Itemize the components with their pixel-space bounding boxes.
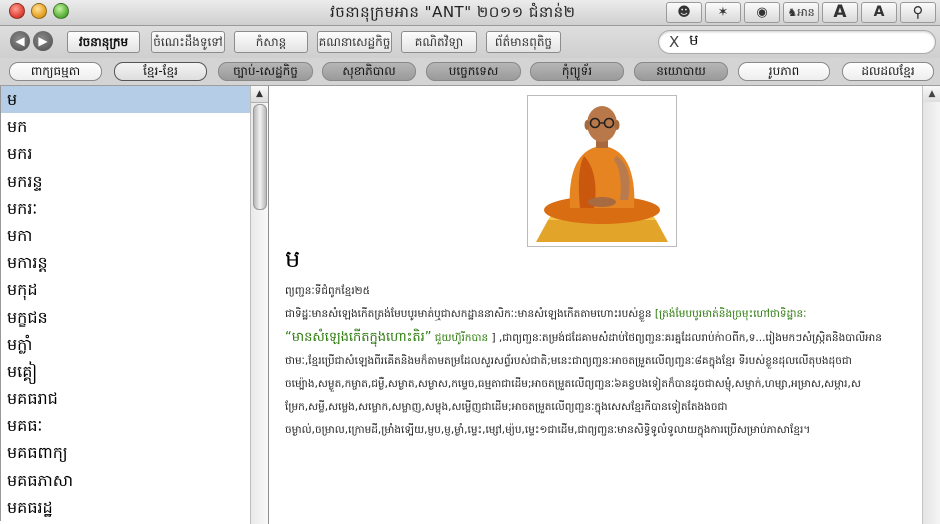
- list-item[interactable]: ម: [0, 86, 250, 114]
- tab-general-knowledge[interactable]: ចំណេះដឹងទូទៅ: [151, 31, 225, 53]
- scrollbar-thumb[interactable]: [253, 104, 267, 210]
- app-window: វចនានុក្រមអាន "ANT" ២០១១ ជំនាន់២ ☻ ✶ ◉ ♞…: [0, 0, 940, 524]
- close-window-button[interactable]: [9, 3, 25, 19]
- scroll-up-arrow-icon[interactable]: ▲: [923, 86, 940, 102]
- monk-photo: [527, 95, 677, 247]
- definition-rest: ] ,ជាព្យញ្ជនៈតម្រង់ជដែគាមសំដាប់ថៃព្យញ្ជន…: [285, 332, 882, 436]
- title-toolbar-icons: ☻ ✶ ◉ ♞អាន A A ⚲: [666, 2, 936, 23]
- category-law-economics[interactable]: ច្បាប់-សេដ្ឋកិច្ច: [218, 62, 313, 81]
- entry-definition: ព្យញ្ជនៈទីជំពូកខ្មែរ២៥ ជាទិដ្ឋៈមានសំឡេងក…: [285, 280, 909, 442]
- tab-mathematics[interactable]: គណិតវិទ្យា: [401, 31, 477, 53]
- clear-search-icon[interactable]: X: [669, 33, 679, 51]
- list-item[interactable]: មករ: [0, 140, 250, 168]
- word-list: ម មក មករ មករន្ទ មករៈ មកា មការន្ត មកុដ មក…: [0, 86, 250, 521]
- category-bar: ពាក្យធម្មតា ខ្មែរ-ខ្មែរ ច្បាប់-សេដ្ឋកិច្…: [0, 58, 940, 86]
- category-health[interactable]: សុខាភិបាល: [322, 62, 416, 81]
- search-input[interactable]: [689, 33, 919, 51]
- minimize-window-button[interactable]: [31, 3, 47, 19]
- category-technical[interactable]: បច្ចេកទេស: [426, 62, 521, 81]
- list-item[interactable]: មក: [0, 113, 250, 141]
- tab-news[interactable]: ព័ត៌មានពុតិច្ច: [486, 31, 561, 53]
- part-of-speech: ព្យញ្ជនៈទីជំពូកខ្មែរ២៥: [285, 285, 371, 297]
- definition-note: [ត្រង់មែបបូរមាត់និងច្រមុះហៅថាទិដ្ឋានៈ: [654, 308, 807, 320]
- category-computer[interactable]: កុំព្យូទ័រ: [530, 62, 624, 81]
- main-toolbar: ◀ ▶ វចនានុក្រម ចំណេះដឹងទូទៅ កំសាន្ត គណនា…: [0, 26, 940, 58]
- list-item[interactable]: មកា: [0, 221, 250, 250]
- list-item[interactable]: មគ្គៀ: [0, 357, 250, 386]
- category-khmer-khmer[interactable]: ខ្មែរ-ខ្មែរ: [114, 62, 207, 81]
- magnifier-icon[interactable]: ⚲: [900, 2, 936, 23]
- list-item[interactable]: មការន្ត: [0, 249, 250, 277]
- tab-dictionary[interactable]: វចនានុក្រម: [67, 31, 140, 53]
- read-aloud-button[interactable]: ♞អាន: [783, 2, 819, 23]
- search-box: X: [658, 30, 936, 54]
- definition-pane: ម ព្យញ្ជនៈទីជំពូកខ្មែរ២៥ ជាទិដ្ឋៈមានសំឡេ…: [269, 86, 922, 524]
- read-aloud-label: អាន: [797, 6, 815, 19]
- definition-quote: “មានសំឡេងកើតក្នុងហោះតិរ”: [285, 330, 432, 345]
- window-title: វចនានុក្រមអាន "ANT" ២០១១ ជំនាន់២: [330, 3, 576, 21]
- category-pictures[interactable]: រូបភាព: [738, 62, 830, 81]
- list-item[interactable]: មគធភាសា: [0, 466, 250, 494]
- category-politics[interactable]: នយោបាយ: [634, 62, 728, 81]
- definition-body: ជាទិដ្ឋៈមានសំឡេងកើតត្រង់មែបបូរមាត់ឬជាសកដ…: [285, 303, 909, 442]
- scroll-up-arrow-icon[interactable]: ▲: [251, 86, 268, 103]
- list-item[interactable]: មគធៈ: [0, 412, 250, 440]
- category-common-words[interactable]: ពាក្យធម្មតា: [9, 62, 102, 81]
- definition-scrollbar[interactable]: ▲: [922, 86, 940, 524]
- list-item[interactable]: មគធរដ្ឋ: [0, 493, 250, 521]
- title-bar: វចនានុក្រមអាន "ANT" ២០១១ ជំនាន់២ ☻ ✶ ◉ ♞…: [0, 0, 940, 26]
- zoom-window-button[interactable]: [53, 3, 69, 19]
- back-arrow-icon[interactable]: ◀: [10, 31, 30, 51]
- entry-headword: ម: [285, 245, 301, 273]
- word-list-panel: ម មក មករ មករន្ទ មករៈ មកា មការន្ត មកុដ មក…: [0, 86, 269, 524]
- font-smaller-button[interactable]: A: [861, 2, 897, 23]
- monk-illustration: [528, 96, 676, 246]
- tab-entertainment[interactable]: កំសាន្ត: [234, 31, 308, 53]
- list-item[interactable]: មករន្ទ: [0, 167, 250, 195]
- speaker-icon[interactable]: ◉: [744, 2, 780, 23]
- tab-economic-calc[interactable]: គណនាសេដ្ឋកិច្ច: [317, 31, 392, 53]
- list-item[interactable]: មករៈ: [0, 194, 250, 222]
- mosquito-icon[interactable]: ✶: [705, 2, 741, 23]
- list-item[interactable]: មក្លាំ: [0, 330, 250, 358]
- word-list-scrollbar[interactable]: ▲: [250, 86, 268, 524]
- list-item[interactable]: មគធពាក្យ: [0, 439, 250, 467]
- list-item[interactable]: មកុដ: [0, 276, 250, 304]
- definition-intro: ជាទិដ្ឋៈមានសំឡេងកើតត្រង់មែបបូរមាត់ឬជាសកដ…: [285, 308, 652, 320]
- list-item[interactable]: មក្ខជន: [0, 303, 250, 331]
- font-larger-button[interactable]: A: [822, 2, 858, 23]
- list-item[interactable]: មគធរាជ: [0, 385, 250, 413]
- monk-portrait-icon[interactable]: ☻: [666, 2, 702, 23]
- definition-note-2: ជួយហ៊ូរីកបាន: [434, 332, 489, 344]
- reader-icon: ♞: [787, 6, 798, 19]
- forward-arrow-icon[interactable]: ▶: [33, 31, 53, 51]
- category-khmer-misc[interactable]: ដលដលខ្មែរ: [842, 62, 934, 81]
